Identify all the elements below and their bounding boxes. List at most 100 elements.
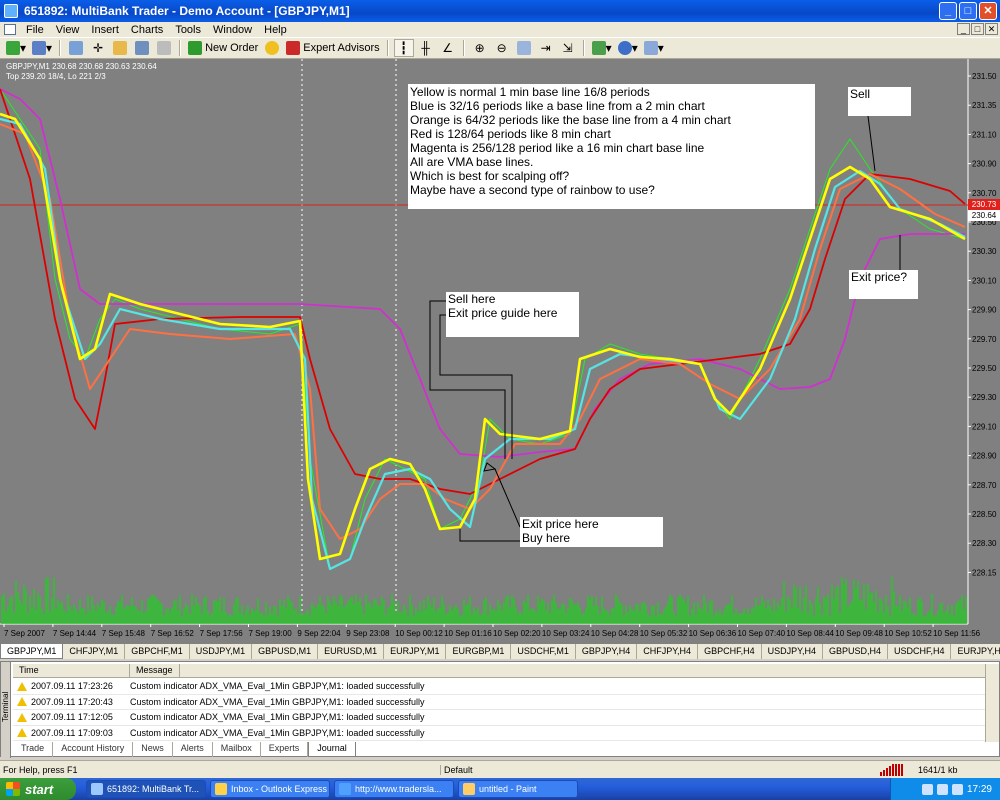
tray-icon[interactable] <box>951 783 963 795</box>
journal-row[interactable]: 2007.09.11 17:23:26 Custom indicator ADX_… <box>13 679 985 695</box>
x-tick-label: 10 Sep 02:20 <box>493 629 541 638</box>
mdi-close-button[interactable]: ✕ <box>985 23 998 35</box>
maximize-button[interactable]: □ <box>959 2 977 20</box>
menu-help[interactable]: Help <box>258 24 293 36</box>
tester-button[interactable] <box>154 39 174 57</box>
start-button[interactable]: start <box>0 778 76 800</box>
terminal-scrollbar[interactable] <box>985 664 999 742</box>
menu-file[interactable]: File <box>20 24 50 36</box>
tile-windows-icon <box>516 41 531 55</box>
journal-row[interactable]: 2007.09.11 17:20:43 Custom indicator ADX_… <box>13 695 985 710</box>
autoscroll-button[interactable]: ⇲ <box>558 39 578 57</box>
toolbar-separator <box>462 40 465 56</box>
symbol-tab[interactable]: EURUSD,M1 <box>318 644 385 659</box>
indicators-button[interactable]: ▾ <box>590 39 614 57</box>
start-label: start <box>25 781 54 797</box>
row-message: Custom indicator ADX_VMA_Eval_1Min GBPJP… <box>130 727 425 738</box>
data-window-button[interactable]: ✛ <box>88 39 108 57</box>
journal-row[interactable]: 2007.09.11 17:09:03 Custom indicator ADX_… <box>13 726 985 741</box>
symbol-tab[interactable]: GBPCHF,M1 <box>125 644 190 659</box>
zoom-out-button[interactable]: ⊖ <box>492 39 512 57</box>
tray-icon[interactable] <box>936 783 948 795</box>
expert-advisors-button[interactable]: Expert Advisors <box>284 39 381 57</box>
menu-tools[interactable]: Tools <box>169 24 207 36</box>
symbol-tab[interactable]: GBPUSD,M1 <box>252 644 319 659</box>
annotation-sell-here[interactable]: Sell here Exit price guide here <box>446 292 579 337</box>
journal-row[interactable]: 2007.09.11 17:12:05 Custom indicator ADX_… <box>13 710 985 726</box>
annotation-exit-buy[interactable]: Exit price here Buy here <box>520 517 663 547</box>
minimize-button[interactable]: _ <box>939 2 957 20</box>
warning-icon <box>17 728 27 738</box>
tab-alerts[interactable]: Alerts <box>173 742 213 757</box>
tile-windows-button[interactable] <box>514 39 534 57</box>
tab-journal[interactable]: Journal <box>308 742 356 757</box>
candlestick-button[interactable]: ╫ <box>416 39 436 57</box>
annotation-exit-question[interactable]: Exit price? <box>849 270 918 299</box>
task-outlook[interactable]: Inbox - Outlook Express <box>210 780 330 798</box>
note-line: Exit price? <box>851 270 908 284</box>
terminal-side-bar[interactable]: Terminal <box>1 662 11 758</box>
title-bar[interactable]: 651892: MultiBank Trader - Demo Account … <box>0 0 1000 22</box>
zoom-in-button[interactable]: ⊕ <box>470 39 490 57</box>
symbol-tab[interactable]: GBPJPY,M1 <box>0 644 64 659</box>
close-button[interactable]: ✕ <box>979 2 997 20</box>
chart-symbol-line: GBPJPY,M1 230.68 230.68 230.63 230.64 <box>6 62 157 71</box>
terminal-button[interactable] <box>132 39 152 57</box>
symbol-tab[interactable]: EURJPY,H4 <box>951 644 1000 659</box>
tab-account-history[interactable]: Account History <box>53 742 134 757</box>
symbol-tab[interactable]: CHFJPY,M1 <box>63 644 126 659</box>
x-tick-label: 9 Sep 22:04 <box>297 629 341 638</box>
bar-chart-button[interactable]: ┇ <box>393 39 414 57</box>
symbol-tab[interactable]: GBPJPY,H4 <box>576 644 638 659</box>
task-browser[interactable]: http://www.traderslа... <box>334 780 454 798</box>
document-icon[interactable] <box>4 24 16 35</box>
metaeditor-icon <box>265 41 280 55</box>
profiles-button[interactable]: ▾ <box>30 39 54 57</box>
price-chart[interactable]: 231.50 231.35 231.10 230.90 230.70 230.50 230.… <box>0 59 1000 643</box>
x-tick-label: 7 Sep 17:56 <box>200 629 244 638</box>
chart-shift-button[interactable]: ⇥ <box>536 39 556 57</box>
row-time: 2007.09.11 17:20:43 <box>31 696 113 707</box>
x-tick-label: 10 Sep 01:16 <box>444 629 492 638</box>
app-window: 651892: MultiBank Trader - Demo Account … <box>0 0 1000 800</box>
column-time-header[interactable]: Time <box>13 664 130 677</box>
tab-news[interactable]: News <box>133 742 173 757</box>
annotation-main[interactable]: Yellow is normal 1 min base line 16/8 pe… <box>408 84 815 209</box>
tab-experts[interactable]: Experts <box>261 742 309 757</box>
autoscroll-icon: ⇲ <box>562 41 573 55</box>
tab-mailbox[interactable]: Mailbox <box>213 742 261 757</box>
mdi-restore-button[interactable]: □ <box>971 23 984 35</box>
task-paint[interactable]: untitled - Paint <box>458 780 578 798</box>
menu-charts[interactable]: Charts <box>125 24 169 36</box>
market-watch-button[interactable] <box>66 39 86 57</box>
status-traffic: 1641/1 kb <box>918 764 958 775</box>
templates-button[interactable]: ▾ <box>642 39 666 57</box>
new-chart-button[interactable]: ▾ <box>4 39 28 57</box>
symbol-tab[interactable]: EURJPY,M1 <box>384 644 447 659</box>
symbol-tab[interactable]: USDCHF,M1 <box>511 644 576 659</box>
symbol-tab[interactable]: USDJPY,H4 <box>762 644 823 659</box>
symbol-tab[interactable]: EURGBP,M1 <box>446 644 512 659</box>
tray-icon[interactable] <box>921 783 933 795</box>
menu-insert[interactable]: Insert <box>85 24 125 36</box>
new-order-button[interactable]: New Order <box>186 39 260 57</box>
column-message-header[interactable]: Message <box>130 664 180 677</box>
symbol-tab[interactable]: CHFJPY,H4 <box>637 644 699 659</box>
mdi-minimize-button[interactable]: _ <box>957 23 970 35</box>
task-multibank[interactable]: 651892: MultiBank Tr... <box>86 780 206 798</box>
symbol-tab[interactable]: USDCHF,H4 <box>888 644 952 659</box>
menu-window[interactable]: Window <box>207 24 258 36</box>
symbol-tab[interactable]: GBPUSD,H4 <box>823 644 888 659</box>
periods-button[interactable]: ▾ <box>616 39 640 57</box>
tab-trade[interactable]: Trade <box>13 742 54 757</box>
menu-view[interactable]: View <box>50 24 86 36</box>
y-tick-label: 231.50 <box>972 72 997 81</box>
metaeditor-button[interactable] <box>262 39 282 57</box>
x-tick-label: 10 Sep 03:24 <box>542 629 590 638</box>
chart-info: GBPJPY,M1 230.68 230.68 230.63 230.64 To… <box>6 62 157 82</box>
annotation-sell[interactable]: Sell <box>848 87 911 116</box>
line-chart-button[interactable]: ∠ <box>438 39 458 57</box>
symbol-tab[interactable]: USDJPY,M1 <box>190 644 253 659</box>
symbol-tab[interactable]: GBPCHF,H4 <box>698 644 762 659</box>
navigator-button[interactable] <box>110 39 130 57</box>
